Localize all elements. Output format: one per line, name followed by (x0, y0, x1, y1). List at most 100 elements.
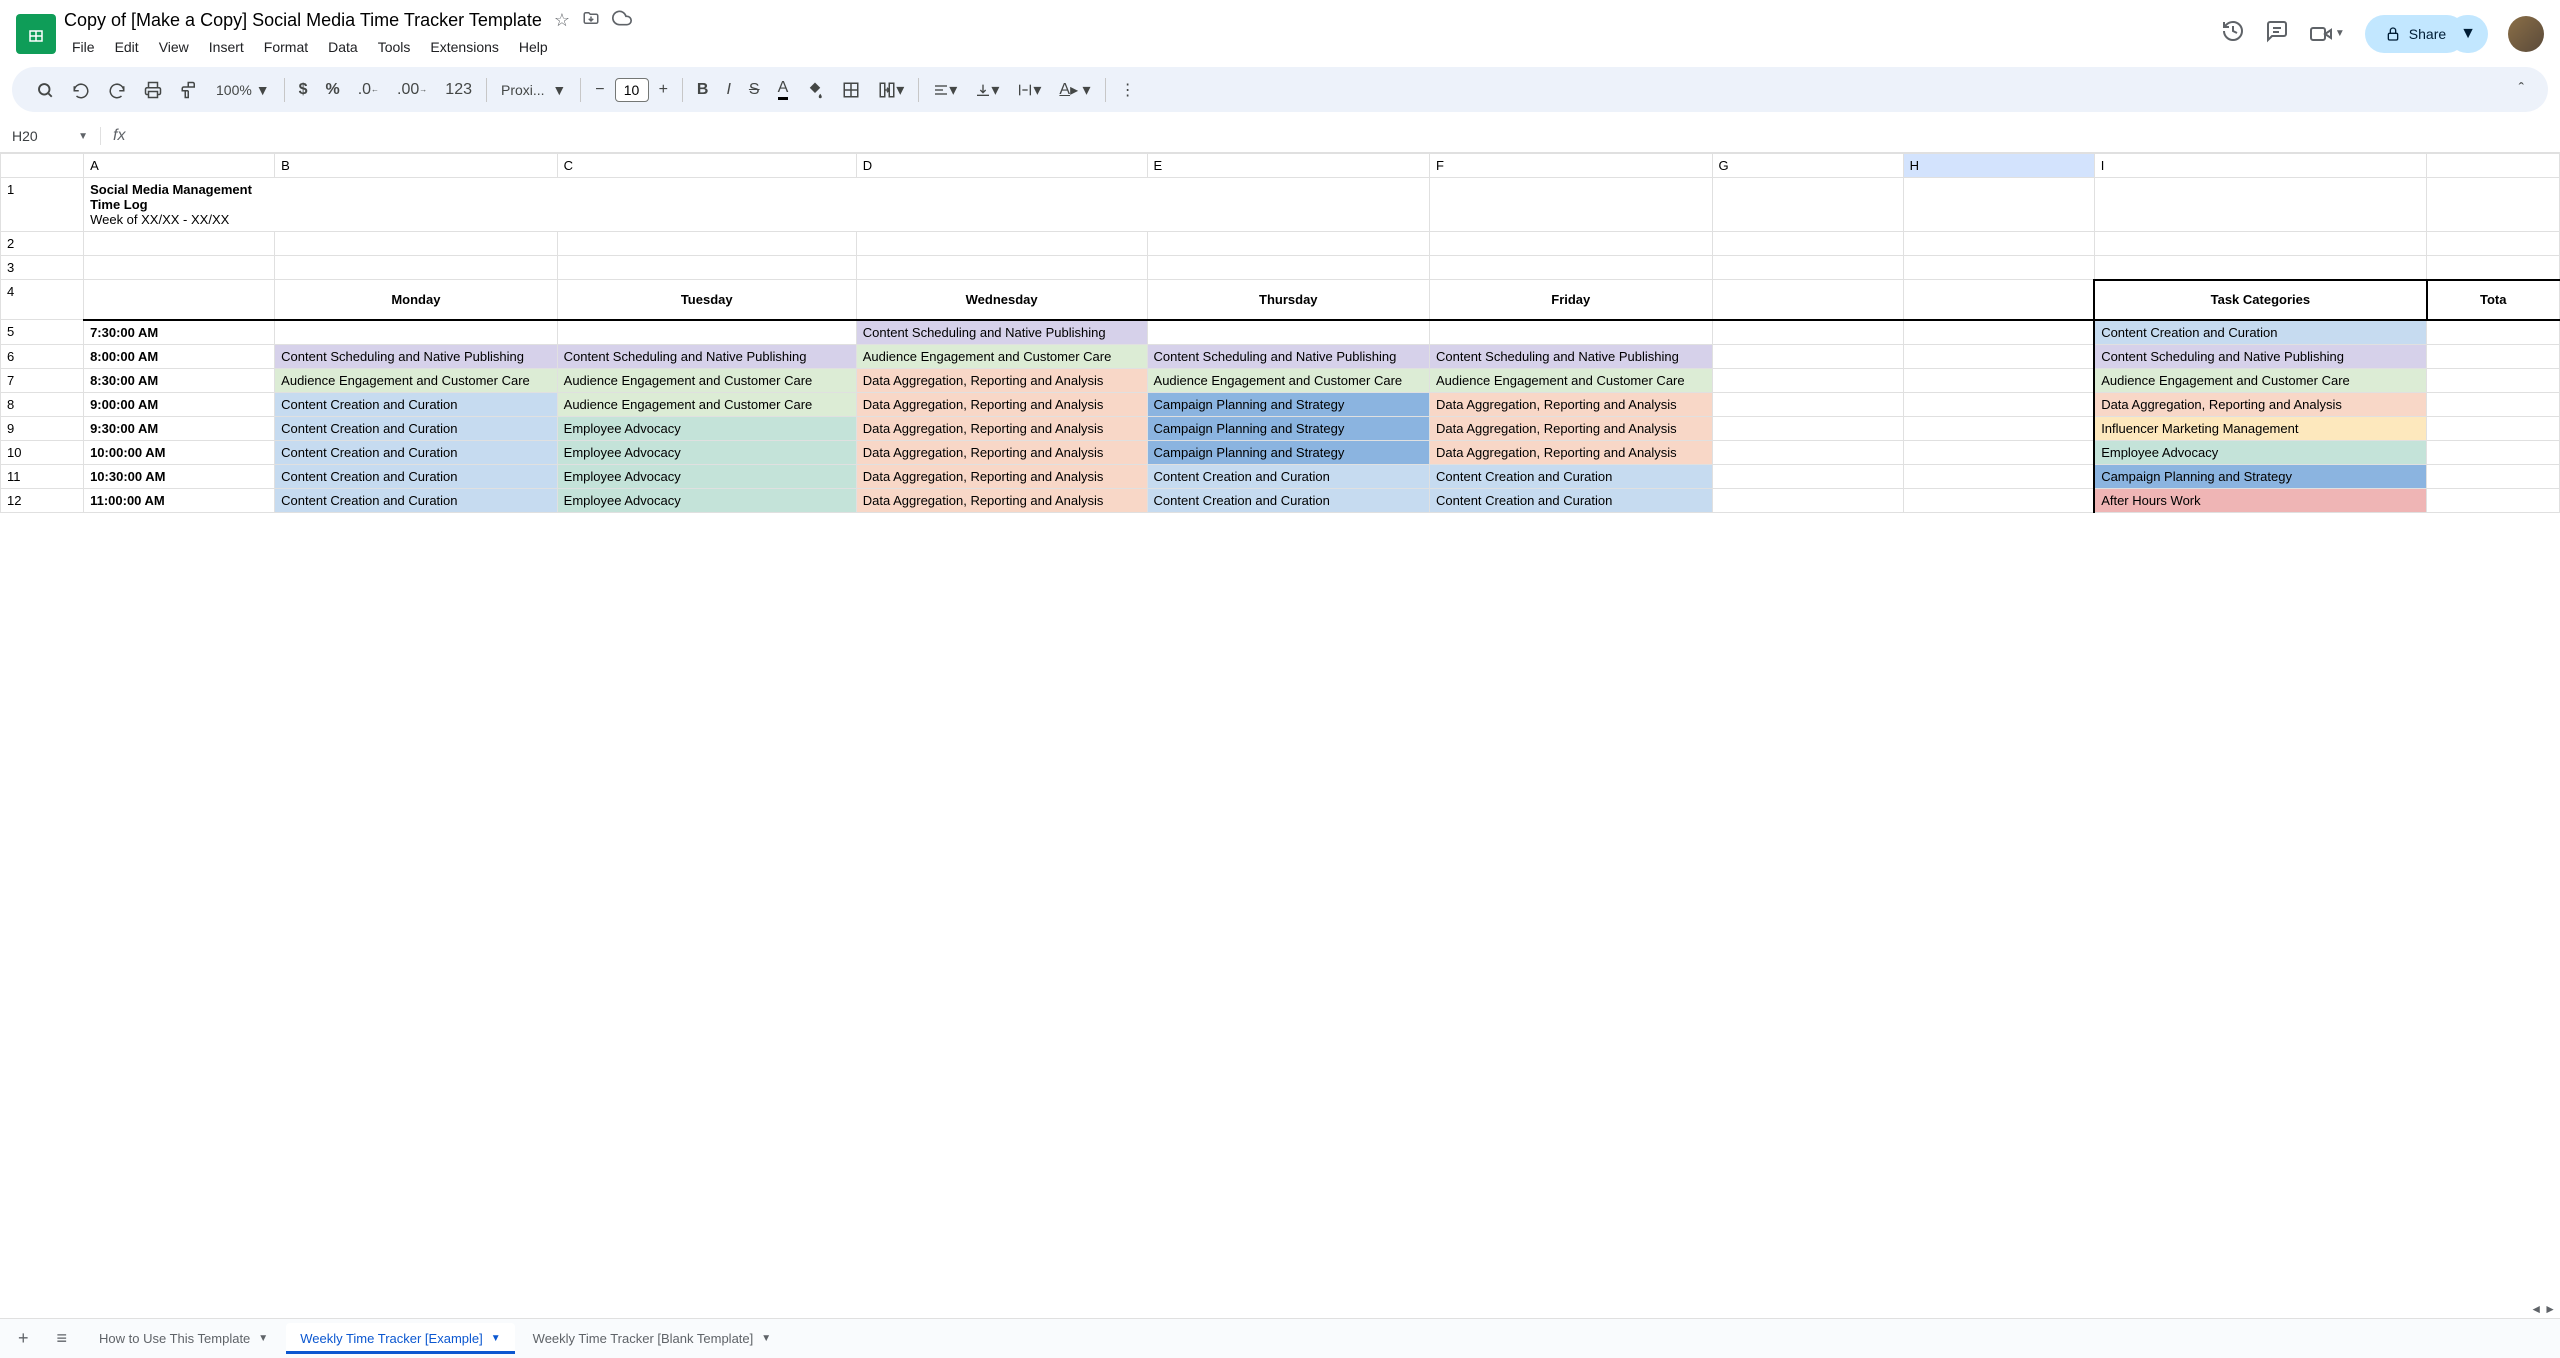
cell[interactable] (1712, 320, 1903, 345)
menu-view[interactable]: View (151, 35, 197, 59)
fill-color-icon[interactable] (798, 75, 832, 105)
increase-decimal-icon[interactable]: .00→ (389, 75, 435, 105)
cell[interactable] (1903, 344, 2094, 368)
task-cell[interactable]: Data Aggregation, Reporting and Analysis (856, 416, 1147, 440)
menu-edit[interactable]: Edit (107, 35, 147, 59)
task-cell[interactable]: Content Scheduling and Native Publishing (557, 344, 856, 368)
task-cell[interactable]: Content Scheduling and Native Publishing (275, 344, 557, 368)
paint-format-icon[interactable] (172, 75, 206, 105)
category-cell[interactable]: Audience Engagement and Customer Care (2094, 368, 2426, 392)
cell[interactable] (1903, 488, 2094, 512)
time-cell[interactable]: 9:00:00 AM (84, 392, 275, 416)
column-header-B[interactable]: B (275, 154, 557, 178)
time-cell[interactable]: 8:00:00 AM (84, 344, 275, 368)
task-cell[interactable]: Employee Advocacy (557, 488, 856, 512)
cell[interactable] (2427, 416, 2560, 440)
cell[interactable] (2427, 392, 2560, 416)
decrease-fontsize-icon[interactable]: − (587, 75, 612, 105)
cell[interactable] (1903, 392, 2094, 416)
cell[interactable] (1712, 392, 1903, 416)
cell[interactable] (1903, 416, 2094, 440)
cell[interactable] (2427, 368, 2560, 392)
task-cell[interactable]: Audience Engagement and Customer Care (275, 368, 557, 392)
task-cell[interactable]: Content Creation and Curation (1147, 464, 1429, 488)
task-cell[interactable]: Content Scheduling and Native Publishing (856, 320, 1147, 345)
time-cell[interactable]: 10:00:00 AM (84, 440, 275, 464)
cell[interactable] (1903, 256, 2094, 280)
scroll-right-icon[interactable]: ► (2544, 1302, 2556, 1316)
task-cell[interactable]: Campaign Planning and Strategy (1147, 440, 1429, 464)
day-header[interactable] (1903, 280, 2094, 320)
task-cell[interactable]: Audience Engagement and Customer Care (1147, 368, 1429, 392)
task-cell[interactable]: Content Creation and Curation (275, 464, 557, 488)
task-cell[interactable]: Audience Engagement and Customer Care (1430, 368, 1712, 392)
category-cell[interactable]: Influencer Marketing Management (2094, 416, 2426, 440)
cell[interactable] (1712, 440, 1903, 464)
cell[interactable] (1430, 178, 1712, 232)
task-cell[interactable]: Campaign Planning and Strategy (1147, 392, 1429, 416)
cell[interactable] (2427, 256, 2560, 280)
column-header-I[interactable]: I (2094, 154, 2426, 178)
text-wrap-icon[interactable]: ▾ (1009, 74, 1049, 106)
merge-cells-icon[interactable]: ▾ (870, 74, 912, 106)
menu-extensions[interactable]: Extensions (422, 35, 506, 59)
cell[interactable] (2427, 464, 2560, 488)
undo-icon[interactable] (64, 75, 98, 105)
text-rotation-icon[interactable]: A▸ ▾ (1051, 74, 1098, 106)
tab-dropdown-icon[interactable]: ▼ (761, 1333, 771, 1344)
category-cell[interactable]: Content Creation and Curation (2094, 320, 2426, 345)
row-header-5[interactable]: 5 (1, 320, 84, 345)
sheet-tab[interactable]: Weekly Time Tracker [Example] ▼ (286, 1323, 514, 1354)
cell[interactable] (1147, 256, 1429, 280)
borders-icon[interactable] (834, 75, 868, 105)
column-header-H[interactable]: H (1903, 154, 2094, 178)
menu-insert[interactable]: Insert (201, 35, 252, 59)
cell[interactable] (2427, 232, 2560, 256)
day-header[interactable]: Tota (2427, 280, 2560, 320)
vertical-align-icon[interactable]: ▾ (967, 74, 1007, 106)
add-sheet-icon[interactable]: + (8, 1322, 39, 1355)
column-header-G[interactable]: G (1712, 154, 1903, 178)
cell[interactable] (275, 178, 557, 232)
task-cell[interactable]: Content Scheduling and Native Publishing (1430, 344, 1712, 368)
more-icon[interactable]: ⋮ (1112, 74, 1144, 106)
category-cell[interactable]: After Hours Work (2094, 488, 2426, 512)
column-header-C[interactable]: C (557, 154, 856, 178)
sheets-logo[interactable] (16, 14, 56, 54)
print-icon[interactable] (136, 75, 170, 105)
cloud-status-icon[interactable] (612, 8, 632, 33)
history-icon[interactable] (2221, 19, 2245, 49)
star-icon[interactable]: ☆ (554, 10, 570, 31)
format-number-icon[interactable]: 123 (437, 75, 480, 105)
menu-help[interactable]: Help (511, 35, 556, 59)
menu-tools[interactable]: Tools (370, 35, 419, 59)
column-header-last[interactable] (2427, 154, 2560, 178)
cell[interactable] (1147, 232, 1429, 256)
category-cell[interactable]: Employee Advocacy (2094, 440, 2426, 464)
cell[interactable] (1147, 320, 1429, 345)
cell[interactable] (275, 256, 557, 280)
task-cell[interactable]: Content Creation and Curation (1430, 464, 1712, 488)
cell[interactable] (1903, 368, 2094, 392)
category-cell[interactable]: Data Aggregation, Reporting and Analysis (2094, 392, 2426, 416)
cell[interactable] (1903, 440, 2094, 464)
sheet-tab[interactable]: How to Use This Template ▼ (85, 1323, 282, 1354)
formula-input[interactable] (137, 124, 2560, 148)
task-cell[interactable]: Audience Engagement and Customer Care (856, 344, 1147, 368)
meet-icon[interactable]: ▼ (2309, 22, 2345, 46)
task-cell[interactable]: Data Aggregation, Reporting and Analysis (1430, 392, 1712, 416)
italic-icon[interactable]: I (718, 75, 738, 105)
column-header-D[interactable]: D (856, 154, 1147, 178)
day-header[interactable]: Tuesday (557, 280, 856, 320)
menu-format[interactable]: Format (256, 35, 316, 59)
cell-A1[interactable]: Social Media Management Time LogWeek of … (84, 178, 275, 232)
row-header-2[interactable]: 2 (1, 232, 84, 256)
row-header-12[interactable]: 12 (1, 488, 84, 512)
task-cell[interactable]: Content Creation and Curation (275, 440, 557, 464)
category-cell[interactable]: Campaign Planning and Strategy (2094, 464, 2426, 488)
cell[interactable] (1903, 320, 2094, 345)
bold-icon[interactable]: B (689, 75, 717, 105)
cell[interactable] (1712, 232, 1903, 256)
task-cell[interactable]: Audience Engagement and Customer Care (557, 392, 856, 416)
task-cell[interactable]: Data Aggregation, Reporting and Analysis (1430, 416, 1712, 440)
